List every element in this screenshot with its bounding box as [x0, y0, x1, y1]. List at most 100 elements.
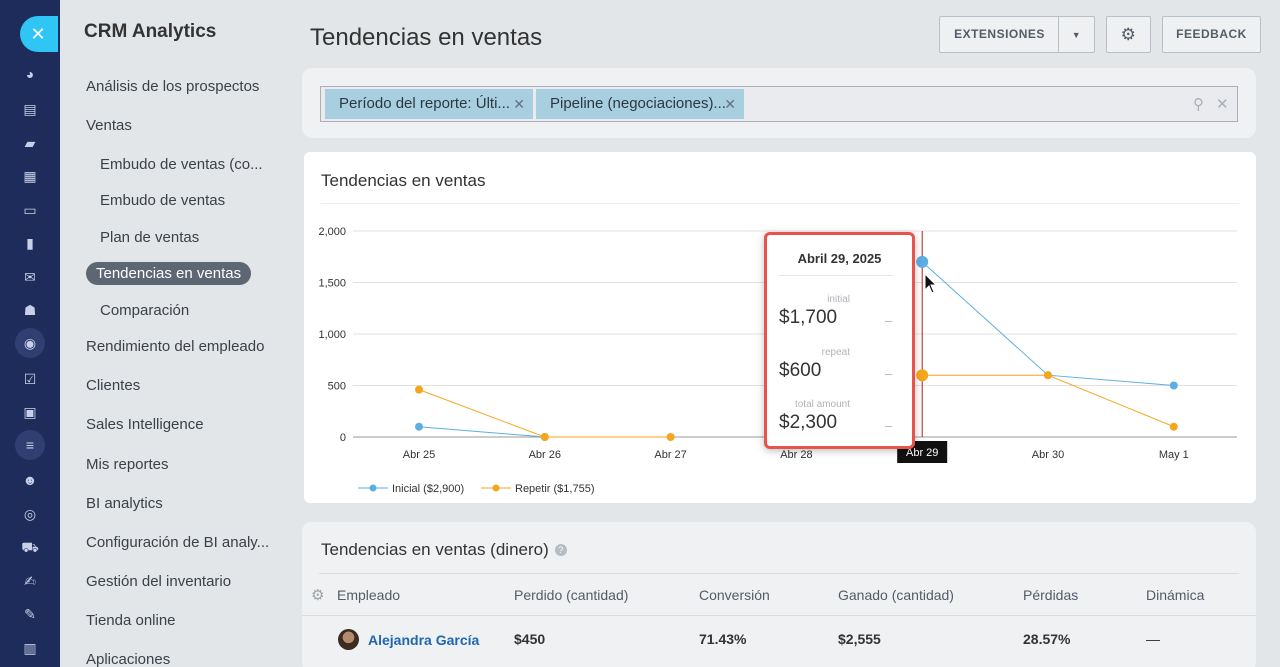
divider: [319, 573, 1239, 574]
x-tick-label: Abr 28: [780, 449, 812, 461]
legend-swatch-dot: [369, 484, 377, 492]
left-rail: ✕ ◕ ▤ ▰ ▦ ▭ ▮ ✉ ☗ ◉ ☑ ▣ ≡ ☻ ◎ ⛟ ✍ ✎ ▥: [0, 0, 60, 667]
employee-link[interactable]: Alejandra García: [368, 632, 479, 648]
extensions-button[interactable]: EXTENSIONES: [939, 16, 1059, 53]
sidebar-item-sales-intelligence[interactable]: Sales Intelligence: [86, 416, 204, 433]
sidebar-item-sales-trends[interactable]: Tendencias en ventas: [86, 262, 252, 285]
extensions-dropdown[interactable]: ▼: [1058, 16, 1095, 53]
filter-input[interactable]: Período del reporte: Últi... ✕ Pipeline …: [320, 86, 1238, 122]
tooltip-value-initial: $1,700: [779, 307, 838, 328]
legend-label: Repetir ($1,755): [515, 483, 595, 495]
tooltip-label-total: total amount: [794, 399, 850, 410]
series-line-inicial: [418, 426, 545, 438]
y-tick-label: 2,000: [318, 226, 346, 238]
cart-icon[interactable]: ⛟: [20, 537, 40, 557]
x-tick-label: May 1: [1159, 449, 1189, 461]
contacts-icon[interactable]: ▣: [20, 402, 40, 422]
sidebar-item-inventory[interactable]: Gestión del inventario: [86, 573, 231, 590]
analytics-icon[interactable]: ▥: [20, 638, 40, 658]
data-point: [1044, 371, 1052, 380]
target-icon[interactable]: ◎: [20, 504, 40, 524]
x-tick-label: Abr 26: [529, 449, 561, 461]
documents-icon[interactable]: ▮: [20, 233, 40, 253]
filter-chip-period[interactable]: Período del reporte: Últi... ✕: [325, 89, 533, 119]
column-header-employee[interactable]: Empleado: [337, 587, 400, 603]
tooltip-date: Abril 29, 2025: [797, 251, 882, 266]
data-point: [1169, 381, 1178, 390]
calendar-icon[interactable]: ▦: [20, 166, 40, 186]
tasks-icon[interactable]: ☑: [20, 369, 40, 389]
remove-icon[interactable]: ✕: [513, 89, 525, 119]
sidebar-item-comparison[interactable]: Comparación: [100, 302, 189, 319]
close-icon[interactable]: ✕: [20, 16, 58, 52]
data-point: [666, 433, 675, 441]
filter-chip-label: Pipeline (negociaciones)...: [550, 95, 726, 112]
y-tick-label: 1,000: [318, 329, 346, 341]
sidebar-item-sales[interactable]: Ventas: [86, 117, 132, 134]
settings-button[interactable]: ⚙: [1106, 16, 1151, 53]
sidebar-item-applications[interactable]: Aplicaciones: [86, 651, 170, 667]
column-header-lost[interactable]: Perdido (cantidad): [514, 587, 628, 603]
series-line-repetir: [922, 374, 1174, 428]
sidebar-item-my-reports[interactable]: Mis reportes: [86, 456, 169, 473]
funnel-icon[interactable]: ≡: [15, 430, 45, 460]
column-header-won[interactable]: Ganado (cantidad): [838, 587, 954, 603]
sidebar-item-bi-analytics[interactable]: BI analytics: [86, 495, 163, 512]
mail-icon[interactable]: ✉: [20, 267, 40, 287]
series-line-inicial: [921, 261, 1174, 386]
legend-label: Inicial ($2,900): [392, 483, 464, 495]
tooltip-label-initial: initial: [827, 294, 850, 305]
data-point: [415, 422, 423, 431]
app-title: CRM Analytics: [84, 21, 217, 42]
data-point: [916, 369, 929, 382]
sidebar-item-employee-performance[interactable]: Rendimiento del empleado: [86, 338, 264, 355]
x-tick-label: Abr 27: [654, 449, 686, 461]
chat-icon[interactable]: ◕: [20, 64, 40, 84]
gear-icon: ⚙: [1120, 25, 1137, 44]
avatar[interactable]: [338, 629, 359, 650]
remove-icon[interactable]: ✕: [724, 89, 736, 119]
data-point: [415, 385, 423, 394]
filter-panel: Período del reporte: Últi... ✕ Pipeline …: [302, 68, 1256, 138]
sidebar-item-sales-funnel-co[interactable]: Embudo de ventas (co...: [100, 156, 263, 173]
gear-icon[interactable]: ⚙: [311, 586, 324, 604]
y-tick-label: 500: [328, 381, 346, 393]
sidebar-item-clients[interactable]: Clientes: [86, 377, 140, 394]
tooltip-value-repeat: $600: [779, 360, 822, 381]
search-icon[interactable]: ⚲: [1193, 95, 1204, 113]
tooltip-value-total: $2,300: [779, 412, 838, 433]
sidebar-item-sales-plan[interactable]: Plan de ventas: [100, 229, 199, 246]
help-icon[interactable]: ?: [554, 544, 567, 556]
robot-icon[interactable]: ☻: [20, 470, 40, 490]
table-title-text: Tendencias en ventas (dinero): [321, 540, 549, 559]
sidebar-item-sales-funnel[interactable]: Embudo de ventas: [100, 192, 225, 209]
sidebar-item-online-store[interactable]: Tienda online: [86, 612, 176, 629]
sidebar-item-prospect-analysis[interactable]: Análisis de los prospectos: [86, 78, 259, 95]
groups-icon[interactable]: ☗: [20, 300, 40, 320]
filter-chip-pipeline[interactable]: Pipeline (negociaciones)... ✕: [536, 89, 744, 119]
edit-icon[interactable]: ✎: [20, 604, 40, 624]
drive-icon[interactable]: ▭: [20, 200, 40, 220]
feed-icon[interactable]: ▤: [20, 99, 40, 119]
x-tick-label: Abr 30: [1032, 449, 1064, 461]
feedback-button[interactable]: FEEDBACK: [1162, 16, 1261, 53]
cell-lost: $450: [514, 631, 546, 647]
crm-icon[interactable]: ◉: [15, 328, 45, 358]
cell-dynamics: —: [1146, 631, 1160, 647]
tooltip-trend-repeat: –: [885, 366, 893, 381]
cell-won: $2,555: [838, 631, 881, 647]
chart-tooltip: Abril 29, 2025 initial $1,700 – repeat $…: [764, 232, 915, 449]
sidebar-item-bi-settings[interactable]: Configuración de BI analy...: [86, 534, 269, 551]
data-point: [540, 433, 549, 441]
column-header-losses[interactable]: Pérdidas: [1023, 587, 1078, 603]
y-tick-label: 0: [340, 432, 346, 444]
column-header-dynamics[interactable]: Dinámica: [1146, 587, 1204, 603]
caret-down-icon: ▼: [1071, 30, 1082, 40]
x-tick-label: Abr 25: [403, 449, 435, 461]
legend-swatch-dot: [492, 484, 500, 492]
sign-icon[interactable]: ✍: [20, 571, 40, 591]
messages-icon[interactable]: ▰: [20, 133, 40, 153]
column-header-conversion[interactable]: Conversión: [699, 587, 770, 603]
data-point: [1169, 422, 1178, 431]
clear-icon[interactable]: ✕: [1216, 95, 1229, 113]
